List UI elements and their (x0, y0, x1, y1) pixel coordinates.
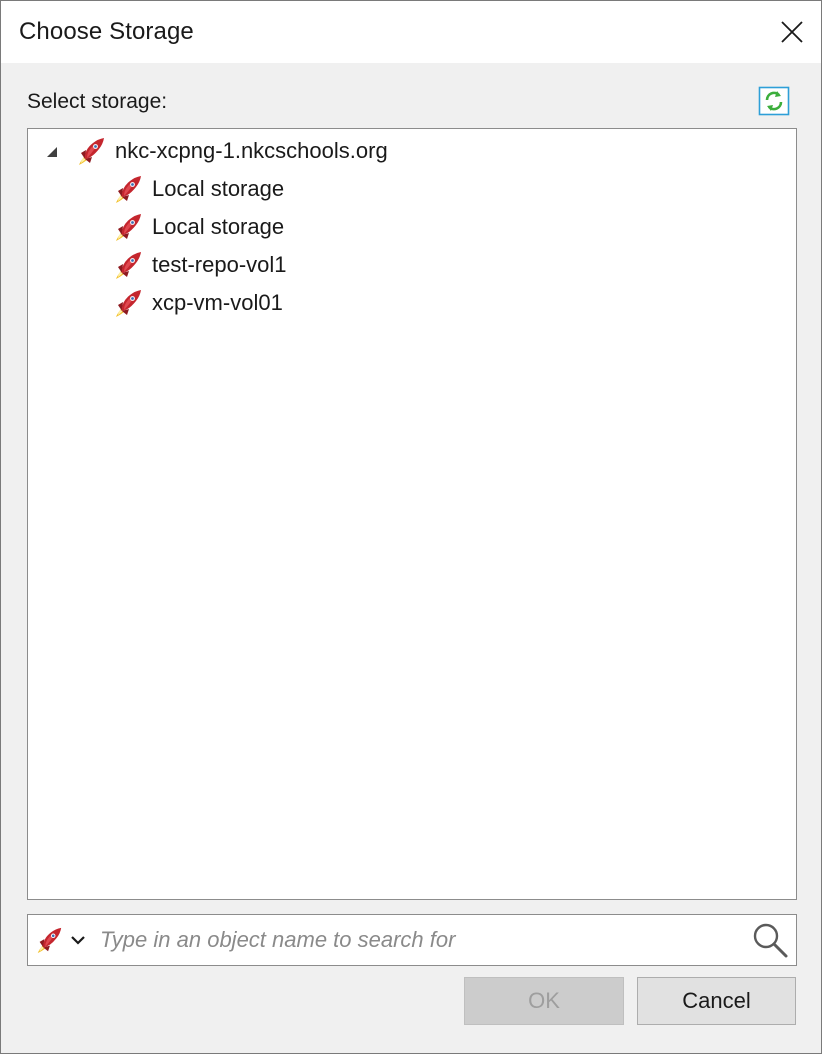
tree-node-storage[interactable]: Local storage (112, 209, 284, 245)
rocket-icon (112, 249, 144, 281)
chevron-down-icon (71, 936, 85, 945)
rocket-icon (75, 135, 107, 167)
object-type-dropdown[interactable] (34, 921, 96, 959)
refresh-button[interactable] (758, 86, 790, 116)
tree-node-label: xcp-vm-vol01 (152, 290, 283, 315)
tree-node-host[interactable]: nkc-xcpng-1.nkcschools.org (75, 133, 388, 169)
close-button[interactable] (769, 9, 815, 55)
storage-tree: nkc-xcpng-1.nkcschools.org Local storage… (27, 128, 797, 900)
search-input[interactable] (100, 920, 740, 960)
tree-node-label: Local storage (152, 176, 285, 201)
tree-node-label: Local storage (152, 214, 285, 239)
cancel-button[interactable]: Cancel (637, 977, 796, 1025)
rocket-icon (112, 211, 144, 243)
dialog-title: Choose Storage (19, 18, 194, 45)
tree-node-storage[interactable]: Local storage (112, 171, 284, 207)
search-icon (753, 923, 788, 958)
search-box (27, 914, 797, 966)
refresh-icon (758, 86, 790, 116)
choose-storage-dialog: Choose Storage Select storage: nkc-xcpng… (0, 0, 822, 1054)
rocket-icon (112, 287, 144, 319)
title-bar: Choose Storage (1, 1, 821, 63)
select-storage-label: Select storage: (27, 90, 168, 113)
ok-button[interactable]: OK (464, 977, 624, 1025)
tree-node-label: nkc-xcpng-1.nkcschools.org (115, 138, 388, 163)
rocket-icon (34, 925, 64, 955)
close-icon (781, 21, 803, 43)
tree-node-label: test-repo-vol1 (152, 252, 287, 277)
search-button[interactable] (750, 920, 790, 960)
tree-node-storage[interactable]: xcp-vm-vol01 (112, 285, 283, 321)
tree-node-storage[interactable]: test-repo-vol1 (112, 247, 287, 283)
collapse-arrow-icon[interactable] (44, 144, 60, 160)
rocket-icon (112, 173, 144, 205)
